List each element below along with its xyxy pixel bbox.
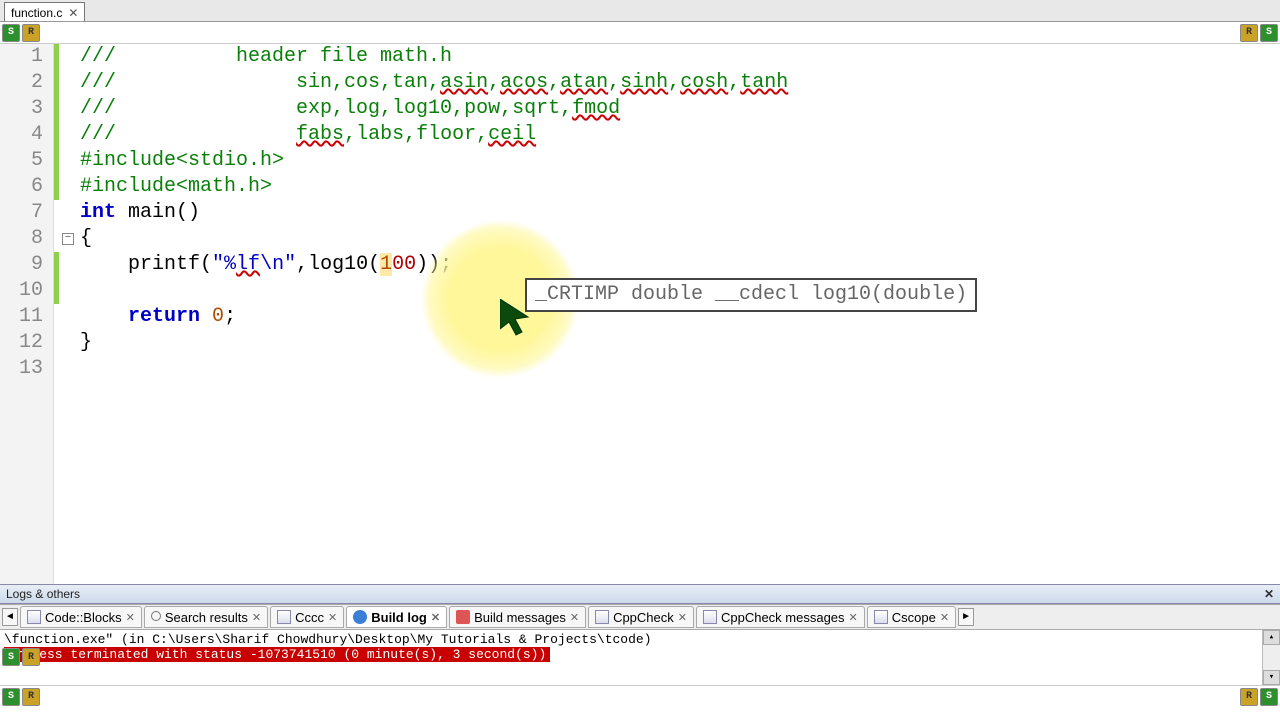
close-icon[interactable]: ✕ [328, 611, 337, 624]
search-icon [151, 611, 161, 621]
tool-button-r2[interactable]: R [1240, 24, 1258, 42]
tool-button-s2[interactable]: S [1260, 24, 1278, 42]
log-line-error: Process terminated with status -10737415… [4, 647, 550, 662]
code-line[interactable]: /// fabs,labs,floor,ceil [80, 122, 1280, 148]
line-number-gutter: 12345678910111213 [0, 44, 54, 584]
log-line: \function.exe" (in C:\Users\Sharif Chowd… [4, 632, 1276, 647]
log-tab-code-blocks[interactable]: Code::Blocks ✕ [20, 606, 142, 628]
close-icon[interactable]: ✕ [940, 611, 949, 624]
scroll-left-icon[interactable]: ◄ [2, 608, 18, 626]
scroll-down-icon[interactable]: ▾ [1263, 670, 1280, 685]
log-tab-build-log[interactable]: Build log ✕ [346, 606, 447, 628]
logs-tabstrip: ◄ Code::Blocks✕Search results✕Cccc✕Build… [0, 604, 1280, 630]
scroll-up-icon[interactable]: ▴ [1263, 630, 1280, 645]
code-line[interactable]: #include<math.h> [80, 174, 1280, 200]
close-icon[interactable]: ✕ [678, 611, 687, 624]
log-tab-label: Build log [371, 610, 427, 625]
code-line[interactable]: int main() [80, 200, 1280, 226]
logs-panel-header[interactable]: Logs & others ✕ [0, 584, 1280, 604]
tool-button-r[interactable]: R [22, 24, 40, 42]
doc-icon [874, 610, 888, 624]
log-tab-cppcheck-messages[interactable]: CppCheck messages ✕ [696, 606, 865, 628]
code-line[interactable]: /// header file math.h [80, 44, 1280, 70]
fold-column: − [60, 44, 80, 584]
build-icon [353, 610, 367, 624]
code-editor[interactable]: 12345678910111213 − _CRTIMP double __cde… [0, 44, 1280, 584]
tool-button-r2[interactable]: R [1240, 688, 1258, 706]
code-line[interactable]: /// exp,log,log10,pow,sqrt,fmod [80, 96, 1280, 122]
close-icon[interactable]: ✕ [431, 611, 440, 624]
tool-button-s2[interactable]: S [1260, 688, 1278, 706]
scroll-right-icon[interactable]: ► [958, 608, 974, 626]
log-tab-label: Build messages [474, 610, 566, 625]
code-area[interactable]: _CRTIMP double __cdecl log10(double) ///… [80, 44, 1280, 584]
tool-button-r[interactable]: R [22, 688, 40, 706]
close-icon[interactable]: ✕ [570, 611, 579, 624]
tool-button-r[interactable]: R [22, 648, 40, 666]
code-line[interactable] [80, 356, 1280, 382]
close-icon[interactable]: ✕ [252, 611, 261, 624]
code-line[interactable]: { [80, 226, 1280, 252]
doc-icon [703, 610, 717, 624]
doc-icon [27, 610, 41, 624]
code-line[interactable]: } [80, 330, 1280, 356]
editor-toolbar: S R R S [0, 22, 1280, 44]
tool-button-s[interactable]: S [2, 648, 20, 666]
file-tabstrip: function.c ✕ [0, 0, 1280, 22]
parameter-hint-tooltip: _CRTIMP double __cdecl log10(double) [525, 278, 977, 312]
close-icon[interactable]: ✕ [849, 611, 858, 624]
code-line[interactable]: printf("%lf\n",log10(100)); [80, 252, 1280, 278]
doc-icon [595, 610, 609, 624]
file-tab[interactable]: function.c ✕ [4, 2, 85, 21]
code-line[interactable]: #include<stdio.h> [80, 148, 1280, 174]
fold-toggle-icon[interactable]: − [62, 233, 74, 245]
close-icon[interactable]: ✕ [126, 611, 135, 624]
close-icon[interactable]: ✕ [68, 6, 78, 20]
log-tab-cccc[interactable]: Cccc ✕ [270, 606, 344, 628]
tool-button-s[interactable]: S [2, 24, 20, 42]
log-tab-label: Search results [165, 610, 248, 625]
logs-panel-title: Logs & others [6, 587, 80, 601]
close-icon[interactable]: ✕ [1264, 587, 1274, 601]
log-tab-cppcheck[interactable]: CppCheck ✕ [588, 606, 694, 628]
file-tab-label: function.c [11, 6, 62, 20]
log-tab-label: Cccc [295, 610, 324, 625]
tool-button-s[interactable]: S [2, 688, 20, 706]
code-line[interactable]: /// sin,cos,tan,asin,acos,atan,sinh,cosh… [80, 70, 1280, 96]
log-tab-build-messages[interactable]: Build messages ✕ [449, 606, 586, 628]
scrollbar-vertical[interactable]: ▴ ▾ [1262, 630, 1280, 685]
status-bar: S R R S [0, 685, 1280, 707]
log-tab-label: Code::Blocks [45, 610, 122, 625]
msg-icon [456, 610, 470, 624]
log-tab-label: Cscope [892, 610, 936, 625]
build-log-output[interactable]: \function.exe" (in C:\Users\Sharif Chowd… [0, 630, 1280, 685]
log-tab-search-results[interactable]: Search results ✕ [144, 606, 268, 628]
log-tab-label: CppCheck messages [721, 610, 845, 625]
log-tab-cscope[interactable]: Cscope ✕ [867, 606, 956, 628]
log-tab-label: CppCheck [613, 610, 674, 625]
doc-icon [277, 610, 291, 624]
